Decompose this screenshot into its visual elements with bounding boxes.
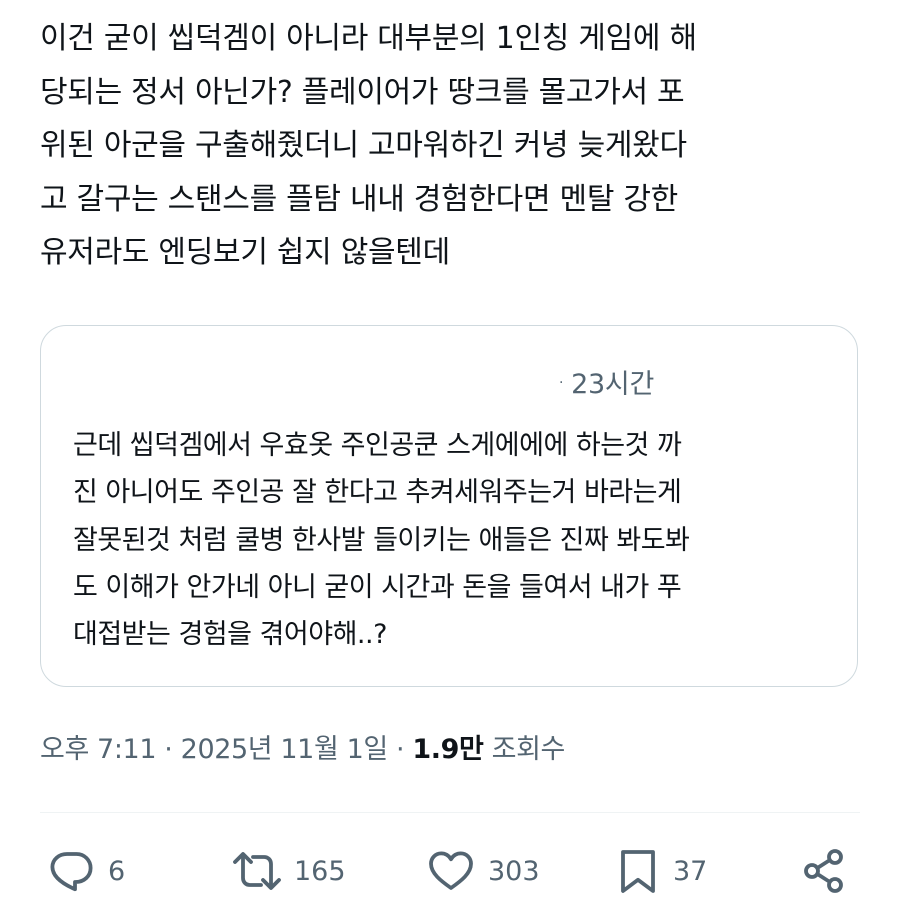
like-count: 303	[488, 855, 540, 887]
meta-separator: ·	[387, 734, 413, 765]
tweet-text: 이건 굳이 씹덕겜이 아니라 대부분의 1인칭 게임에 해 당되는 정서 아닌가…	[40, 21, 697, 270]
quoted-tweet-separator: ·	[559, 375, 564, 391]
reply-icon	[48, 847, 96, 895]
bookmark-button[interactable]: 37	[615, 845, 707, 897]
meta-separator: ·	[156, 734, 181, 765]
quoted-tweet-time[interactable]: 23시간	[571, 369, 654, 400]
reply-button[interactable]: 6	[48, 845, 125, 897]
reply-count: 6	[108, 855, 126, 887]
quoted-tweet-text: 근데 씹덕겜에서 우효옷 주인공쿤 스게에에에 하는것 까 진 아니어도 주인공…	[73, 430, 690, 651]
retweet-count: 165	[294, 855, 346, 887]
tweet-date[interactable]: 2025년 11월 1일	[181, 734, 389, 765]
bookmark-count: 37	[673, 855, 708, 887]
tweet-time[interactable]: 오후 7:11	[40, 734, 157, 765]
views-count: 1.9만	[412, 734, 484, 765]
tweet-metadata: 오후 7:11 · 2025년 11월 1일 · 1.9만 조회수	[40, 727, 565, 766]
divider	[40, 812, 860, 813]
bookmark-icon	[615, 847, 661, 895]
quoted-tweet-header: · 23시간	[559, 362, 654, 401]
like-button[interactable]: 303	[426, 845, 540, 897]
heart-icon	[426, 847, 476, 895]
share-icon	[800, 847, 848, 895]
quoted-tweet-card[interactable]: · 23시간 근데 씹덕겜에서 우효옷 주인공쿤 스게에에에 하는것 까 진 아니…	[40, 325, 858, 687]
retweet-button[interactable]: 165	[232, 845, 346, 897]
views-label: 조회수	[483, 734, 566, 765]
retweet-icon	[232, 847, 282, 895]
share-button[interactable]	[800, 845, 848, 897]
